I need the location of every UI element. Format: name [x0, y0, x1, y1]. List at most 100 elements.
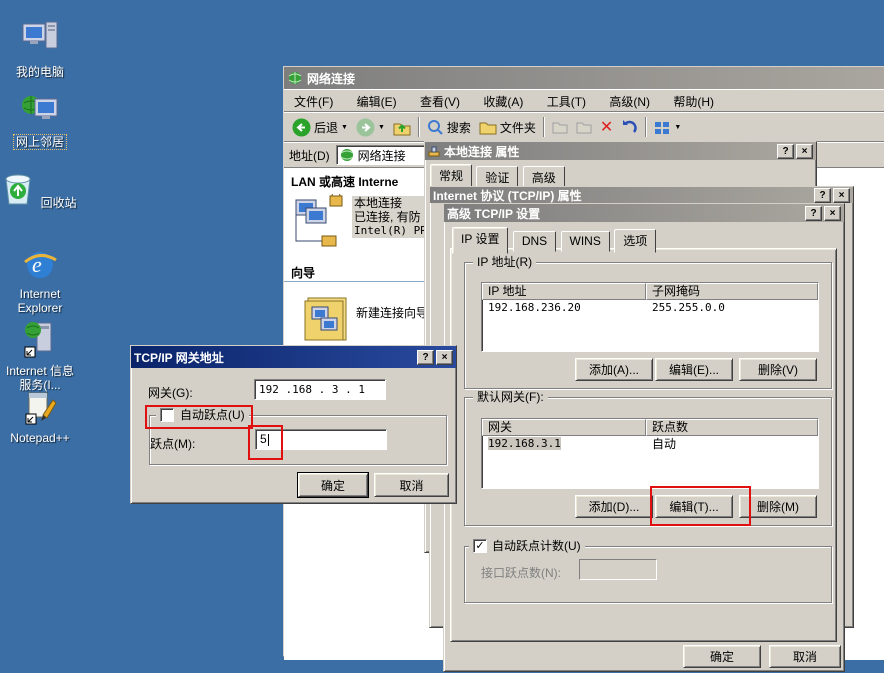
- gateway-row[interactable]: 192.168.3.1 自动: [482, 436, 818, 452]
- copy-to-button[interactable]: [572, 118, 596, 136]
- ip-cell: 192.168.236.20: [482, 300, 646, 316]
- window-titlebar[interactable]: 网络连接: [284, 67, 884, 89]
- tab-dns[interactable]: DNS: [513, 231, 556, 252]
- section-divider: [284, 281, 424, 282]
- internet-explorer-icon: e: [22, 246, 58, 282]
- advanced-cancel-button[interactable]: 取消: [769, 645, 841, 668]
- advanced-tcpip-dialog: 高级 TCP/IP 设置 ? × IP 设置 DNS WINS 选项 IP 地址…: [443, 203, 845, 672]
- desktop-icon-label: 回收站: [39, 196, 79, 210]
- desktop-icon-label: Internet 信息服务(I...: [0, 364, 80, 392]
- menu-view[interactable]: 查看(V): [410, 90, 470, 113]
- tab-options[interactable]: 选项: [614, 229, 656, 253]
- menu-tools[interactable]: 工具(T): [537, 90, 596, 113]
- help-button[interactable]: ?: [777, 144, 794, 159]
- close-button[interactable]: ×: [824, 206, 841, 221]
- window-title: 网络连接: [307, 70, 355, 87]
- mask-cell: 255.255.0.0: [646, 300, 818, 316]
- menu-file[interactable]: 文件(F): [284, 90, 343, 113]
- close-button[interactable]: ×: [436, 350, 453, 365]
- tab-wins[interactable]: WINS: [561, 231, 610, 252]
- menu-favorites[interactable]: 收藏(A): [473, 90, 533, 113]
- folders-button[interactable]: 文件夹: [475, 117, 540, 138]
- desktop-icon-internet-explorer[interactable]: e Internet Explorer: [0, 246, 80, 315]
- toolbar-separator: [543, 117, 545, 137]
- menu-edit[interactable]: 编辑(E): [347, 90, 407, 113]
- new-connection-wizard-item[interactable]: [304, 294, 352, 347]
- menu-advanced[interactable]: 高级(N): [599, 90, 660, 113]
- my-computer-icon: [21, 20, 59, 60]
- menu-help[interactable]: 帮助(H): [663, 90, 724, 113]
- desktop-icon-recycle-bin[interactable]: 回收站: [0, 171, 80, 210]
- ip-address-list[interactable]: IP 地址 子网掩码 192.168.236.20 255.255.0.0: [481, 282, 819, 352]
- help-button[interactable]: ?: [417, 350, 434, 365]
- advanced-ok-button[interactable]: 确定: [683, 645, 761, 668]
- desktop-icon-my-computer[interactable]: 我的电脑: [0, 20, 80, 79]
- desktop-icon-label: Internet Explorer: [0, 287, 80, 315]
- forward-button[interactable]: ▼: [352, 116, 389, 139]
- annotation-auto-metric-checkbox: [145, 405, 253, 429]
- address-value: 网络连接: [358, 147, 406, 164]
- lan-properties-icon: [428, 145, 440, 157]
- interface-metric-input[interactable]: [579, 559, 657, 580]
- desktop-icon-network-places[interactable]: 网上邻居: [0, 93, 80, 150]
- search-icon: [427, 119, 444, 136]
- interface-metric-label: 接口跃点数(N):: [481, 564, 561, 581]
- column-header-mask[interactable]: 子网掩码: [646, 283, 818, 300]
- menu-bar: 文件(F) 编辑(E) 查看(V) 收藏(A) 工具(T) 高级(N) 帮助(H…: [284, 89, 884, 112]
- gateway-dialog-titlebar[interactable]: TCP/IP 网关地址 ? ×: [131, 346, 456, 368]
- ip-address-row[interactable]: 192.168.236.20 255.255.0.0: [482, 300, 818, 316]
- annotation-metric-value: [248, 425, 283, 460]
- ip-edit-button[interactable]: 编辑(E)...: [655, 358, 733, 381]
- gateway-cancel-button[interactable]: 取消: [374, 473, 449, 497]
- metric-cell: 自动: [646, 436, 818, 452]
- ip-address-group: IP 地址(R) IP 地址 子网掩码 192.168.236.20 255.2…: [464, 262, 832, 389]
- close-button[interactable]: ×: [833, 188, 850, 203]
- move-to-icon: [552, 120, 568, 134]
- new-connection-wizard-icon: [304, 294, 352, 344]
- advanced-tcpip-titlebar[interactable]: 高级 TCP/IP 设置 ? ×: [444, 204, 844, 222]
- column-header-ip[interactable]: IP 地址: [482, 283, 646, 300]
- lan-properties-titlebar[interactable]: 本地连接 属性 ? ×: [425, 142, 816, 160]
- local-connection-title: 本地连接: [354, 196, 427, 210]
- forward-caret-icon: ▼: [378, 124, 385, 131]
- desktop: 我的电脑 网上邻居 回收站 e Internet Explorer: [0, 0, 884, 673]
- local-connection-device: Intel(R) PR: [354, 224, 427, 238]
- views-button[interactable]: ▼: [650, 118, 685, 137]
- move-to-button[interactable]: [548, 118, 572, 136]
- help-button[interactable]: ?: [805, 206, 822, 221]
- ip-address-group-label: IP 地址(R): [473, 255, 536, 269]
- undo-icon: [621, 119, 638, 135]
- views-icon: [654, 120, 671, 135]
- up-button[interactable]: [389, 117, 415, 138]
- back-button[interactable]: 后退 ▼: [288, 116, 352, 139]
- column-header-metric[interactable]: 跃点数: [646, 419, 818, 436]
- tcpip-properties-titlebar[interactable]: Internet 协议 (TCP/IP) 属性 ? ×: [430, 187, 853, 203]
- delete-button[interactable]: ✕: [596, 115, 617, 139]
- undo-button[interactable]: [617, 117, 642, 137]
- gateway-field-label: 网关(G):: [148, 384, 193, 401]
- local-connection-text[interactable]: 本地连接 已连接, 有防 Intel(R) PR: [352, 196, 429, 238]
- address-item-icon: [340, 148, 354, 162]
- notepadpp-icon: [23, 390, 57, 426]
- gateway-add-button[interactable]: 添加(D)...: [575, 495, 653, 518]
- ip-remove-button[interactable]: 删除(V): [739, 358, 817, 381]
- close-button[interactable]: ×: [796, 144, 813, 159]
- tcpip-properties-title: Internet 协议 (TCP/IP) 属性: [433, 187, 582, 203]
- help-button[interactable]: ?: [814, 188, 831, 203]
- tab-ip-settings[interactable]: IP 设置: [452, 227, 508, 254]
- auto-metric-checkbox[interactable]: ✓: [473, 539, 487, 553]
- search-button[interactable]: 搜索: [423, 117, 475, 138]
- column-header-gateway[interactable]: 网关: [482, 419, 646, 436]
- local-connection-icon: [294, 194, 350, 254]
- views-caret-icon: ▼: [674, 124, 681, 131]
- default-gateway-group-label: 默认网关(F):: [473, 390, 548, 404]
- gateway-ok-button[interactable]: 确定: [298, 473, 368, 497]
- local-connection-item[interactable]: [294, 194, 350, 257]
- desktop-icon-iis[interactable]: Internet 信息服务(I...: [0, 321, 80, 392]
- gateway-ip-input[interactable]: 192 .168 . 3 . 1: [254, 379, 386, 400]
- advanced-tcpip-title: 高级 TCP/IP 设置: [447, 205, 540, 222]
- auto-metric-group: ✓ 自动跃点计数(U) 接口跃点数(N):: [464, 546, 832, 603]
- ip-add-button[interactable]: 添加(A)...: [575, 358, 653, 381]
- gateway-list[interactable]: 网关 跃点数 192.168.3.1 自动: [481, 418, 819, 489]
- desktop-icon-notepadpp[interactable]: Notepad++: [0, 390, 80, 445]
